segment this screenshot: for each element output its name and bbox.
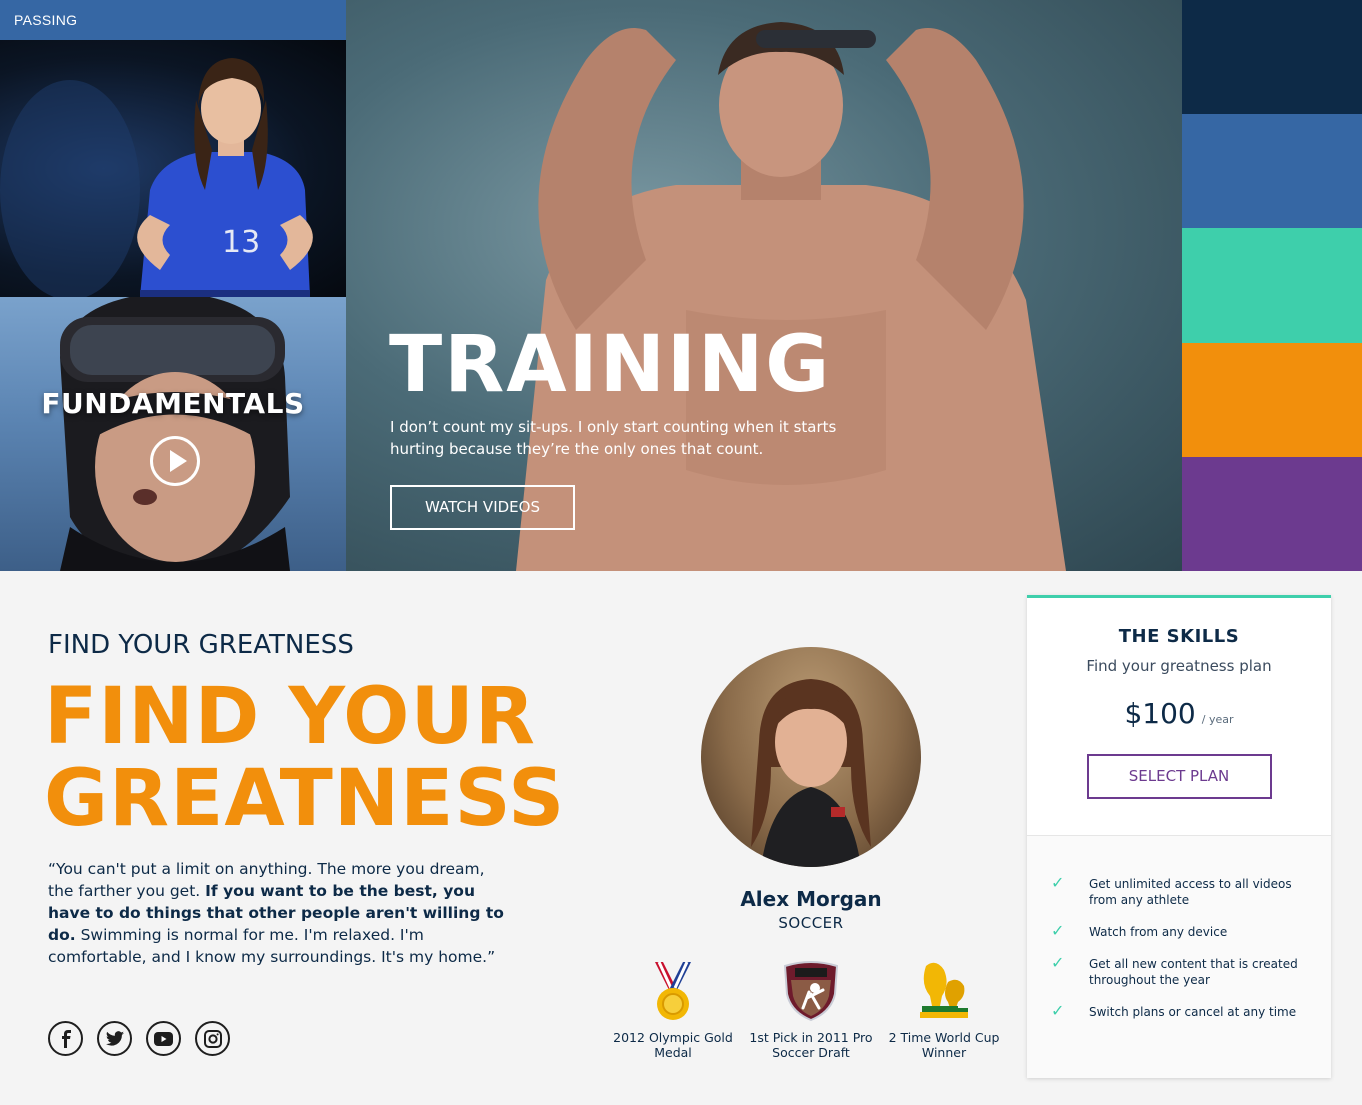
award-label: 2 Time World Cup Winner (888, 1030, 1000, 1060)
feature-item: ✓ Get unlimited access to all videos fro… (1051, 873, 1307, 908)
section-headline: FIND YOUR GREATNESS (44, 672, 566, 844)
youtube-icon[interactable] (146, 1021, 181, 1056)
athlete-thumbnail-snowboard[interactable]: FUNDAMENTALS (0, 297, 346, 571)
category-label[interactable]: PASSING (0, 0, 346, 40)
pricing-plan-card: THE SKILLS Find your greatness plan $100… (1027, 595, 1331, 1078)
hero-banner: TRAINING I don’t count my sit-ups. I onl… (346, 0, 1182, 571)
plan-price: $100 / year (1027, 697, 1331, 730)
swatch-navy[interactable] (1182, 0, 1362, 115)
award-item: 1st Pick in 2011 Pro Soccer Draft (746, 960, 876, 1060)
price-amount: $100 (1124, 697, 1196, 730)
svg-text:13: 13 (222, 225, 260, 260)
play-icon[interactable] (150, 436, 200, 486)
left-column: PASSING 13 FUNDAMENTALS (0, 0, 346, 571)
athlete-portrait-image (751, 679, 871, 867)
athlete-name: Alex Morgan (740, 887, 882, 911)
snowboarder-image (60, 297, 290, 571)
world-cup-trophy-icon (920, 962, 968, 1018)
section-eyebrow: FIND YOUR GREATNESS (48, 630, 354, 660)
feature-text: Switch plans or cancel at any time (1089, 1005, 1297, 1019)
athlete-avatar (701, 647, 921, 867)
top-band: PASSING 13 FUNDAMENTALS TRAINING I don’t… (0, 0, 1362, 571)
athlete-quote: “You can't put a limit on anything. The … (48, 858, 510, 968)
soccer-player-image: 13 (0, 58, 313, 297)
feature-item: ✓ Switch plans or cancel at any time (1051, 1001, 1307, 1020)
feature-item: ✓ Watch from any device (1051, 921, 1307, 940)
feature-text: Watch from any device (1089, 925, 1228, 939)
plan-subtitle: Find your greatness plan (1086, 657, 1272, 675)
check-icon: ✓ (1051, 1001, 1065, 1020)
check-icon: ✓ (1051, 873, 1065, 892)
plan-header: THE SKILLS Find your greatness plan $100… (1027, 598, 1331, 836)
price-period: / year (1201, 713, 1234, 726)
plan-features: ✓ Get unlimited access to all videos fro… (1027, 836, 1331, 1078)
athlete-sport: SOCCER (778, 914, 844, 932)
check-icon: ✓ (1051, 921, 1065, 940)
swatch-teal[interactable] (1182, 228, 1362, 343)
quote-end: Swimming is normal for me. I'm relaxed. … (48, 926, 496, 966)
social-links (48, 1021, 230, 1056)
select-plan-button[interactable]: SELECT PLAN (1086, 754, 1272, 799)
hero-title: TRAINING (389, 320, 832, 410)
award-label: 2012 Olympic Gold Medal (613, 1030, 733, 1060)
gold-medal-icon (655, 961, 691, 1020)
swatch-orange[interactable] (1182, 342, 1362, 457)
feature-text: Get unlimited access to all videos from … (1089, 877, 1292, 907)
feature-item: ✓ Get all new content that is created th… (1051, 953, 1307, 988)
feature-text: Get all new content that is created thro… (1089, 957, 1298, 987)
twitter-icon[interactable] (97, 1021, 132, 1056)
wps-badge-icon (783, 961, 839, 1022)
instagram-icon[interactable] (195, 1021, 230, 1056)
facebook-icon[interactable] (48, 1021, 83, 1056)
award-label: 1st Pick in 2011 Pro Soccer Draft (749, 1030, 873, 1060)
award-item: 2 Time World Cup Winner (879, 960, 1009, 1060)
color-swatches (1182, 0, 1362, 571)
swatch-blue[interactable] (1182, 114, 1362, 229)
hero-description: I don’t count my sit-ups. I only start c… (390, 418, 837, 458)
award-item: 2012 Olympic Gold Medal (608, 960, 738, 1060)
swatch-purple[interactable] (1182, 456, 1362, 571)
plan-title: THE SKILLS (1118, 626, 1240, 647)
watch-videos-button[interactable]: WATCH VIDEOS (390, 485, 575, 530)
check-icon: ✓ (1051, 953, 1065, 972)
athlete-thumbnail-soccer[interactable]: 13 (0, 40, 346, 297)
card-title: FUNDAMENTALS (41, 387, 305, 420)
